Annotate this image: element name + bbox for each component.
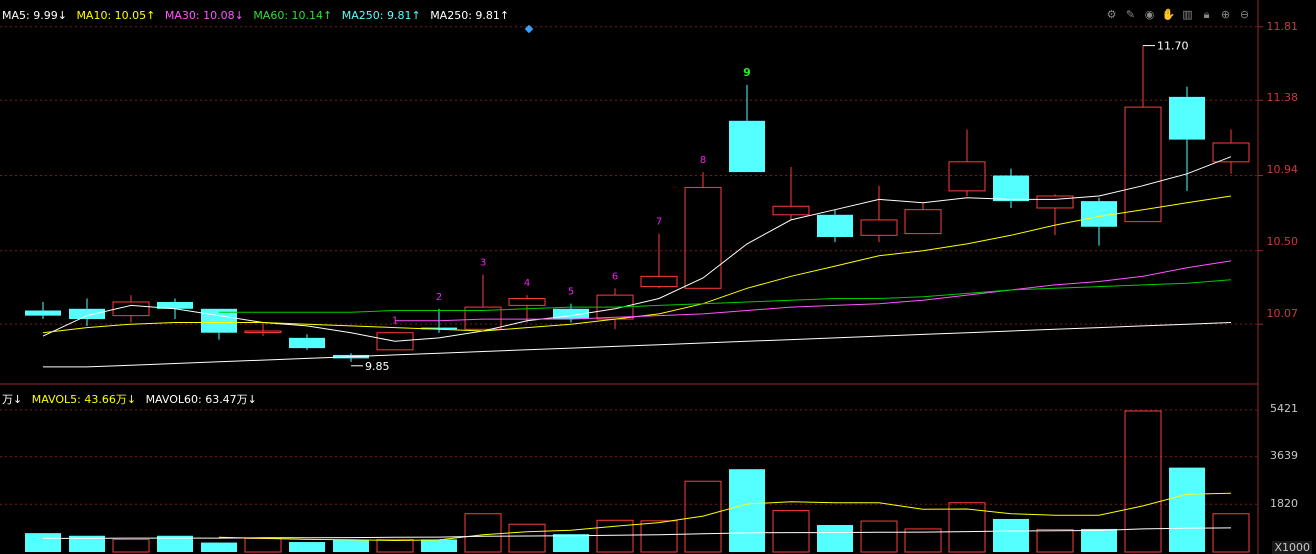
candle-body — [817, 214, 853, 238]
lock-icon[interactable]: 🔒︎ — [1199, 7, 1214, 22]
ma250-legend: MA250: 9.81↑ — [341, 9, 421, 22]
price-tick: 10.50 — [1266, 235, 1299, 248]
volume-bar — [684, 480, 722, 553]
candle-body — [25, 310, 61, 316]
zoom-out-icon[interactable]: ⊖ — [1237, 7, 1252, 22]
candle-body — [1036, 195, 1074, 209]
candle-body — [1212, 142, 1250, 163]
volume-bar — [421, 539, 457, 552]
ma30-legend: MA30: 10.08↓ — [164, 9, 244, 22]
high-price-label: 11.70 — [1157, 40, 1189, 53]
volume-bar — [464, 513, 502, 553]
sequence-label: 2 — [436, 292, 442, 303]
volume-bar — [333, 539, 369, 552]
candle-body — [904, 209, 942, 235]
volume-tick: 3639 — [1270, 449, 1298, 462]
ma5-legend: MA5: 9.99↓ — [2, 9, 67, 22]
volume-bar — [244, 537, 282, 553]
candle-body — [1124, 106, 1162, 223]
candle-body — [729, 120, 765, 173]
price-tick: 10.07 — [1266, 307, 1299, 320]
candle-body — [860, 219, 898, 236]
volume-bar — [1081, 528, 1117, 552]
sequence-label: 4 — [524, 278, 530, 289]
volume-tick: 1820 — [1270, 497, 1298, 510]
zoom-in-icon[interactable]: ⊕ — [1218, 7, 1233, 22]
sequence-label: 9 — [743, 66, 751, 79]
volume-bar — [508, 523, 546, 553]
candle-body — [1169, 96, 1205, 140]
volume-bar — [1036, 528, 1074, 553]
volume-bar — [289, 542, 325, 552]
volume-bar — [25, 533, 61, 552]
event-marker — [524, 24, 534, 34]
volume-bar — [993, 518, 1029, 552]
volume-bar — [1124, 410, 1162, 553]
mavol5-legend: MAVOL5: 43.66万↓ — [31, 393, 137, 406]
volume-legend: 万↓ MAVOL5: 43.66万↓ MAVOL60: 63.47万↓ — [2, 391, 263, 407]
vol-legend: 万↓ — [2, 393, 23, 406]
candle-body — [508, 298, 546, 306]
volume-bar — [1212, 513, 1250, 553]
volume-unit: X1000 — [1272, 541, 1312, 554]
candle-body — [640, 275, 678, 288]
pen-icon[interactable]: ✎ — [1123, 7, 1138, 22]
ma-line-ma30 — [395, 260, 1232, 322]
ma60-legend: MA60: 10.14↑ — [253, 9, 333, 22]
basket-icon[interactable]: ▥ — [1180, 7, 1195, 22]
chart-toolbar: ⚙ ✎ ◉ ✋ ▥ 🔒︎ ⊕ ⊖ — [1104, 7, 1252, 22]
mavol60-legend: MAVOL60: 63.47万↓ — [145, 393, 257, 406]
candle-body — [772, 205, 810, 216]
volume-bar — [772, 510, 810, 553]
eye-icon[interactable]: ◉ — [1142, 7, 1157, 22]
low-price-label: 9.85 — [365, 360, 390, 373]
sequence-label: 6 — [612, 271, 618, 282]
volume-bar — [729, 469, 765, 552]
candle-body — [1081, 201, 1117, 227]
sequence-label: 7 — [656, 217, 662, 228]
settings-icon[interactable]: ⚙ — [1104, 7, 1119, 22]
ma250b-legend: MA250: 9.81↑ — [430, 9, 510, 22]
ma10-legend: MA10: 10.05↑ — [76, 9, 156, 22]
volume-bar — [860, 520, 898, 553]
candle-body — [948, 161, 986, 192]
kline-chart[interactable]: 12345678911.709.85 — [0, 0, 1316, 554]
candle-body — [993, 175, 1029, 202]
sequence-label: 5 — [568, 287, 574, 298]
volume-bar — [201, 542, 237, 552]
volume-tick: 5421 — [1270, 402, 1298, 415]
hand-icon[interactable]: ✋ — [1161, 7, 1176, 22]
volume-bar — [553, 534, 589, 552]
volume-bar — [817, 525, 853, 552]
ma-legend: MA5: 9.99↓ MA10: 10.05↑ MA30: 10.08↓ MA6… — [2, 9, 515, 22]
volume-bar — [640, 520, 678, 553]
candle-body — [289, 337, 325, 349]
volume-bar — [112, 538, 150, 553]
volume-bar — [1169, 467, 1205, 552]
candle-body — [684, 186, 722, 289]
price-tick: 11.38 — [1266, 91, 1299, 104]
sequence-label: 3 — [480, 258, 486, 269]
price-tick: 11.81 — [1266, 20, 1299, 33]
price-tick: 10.94 — [1266, 163, 1299, 176]
candle-body — [69, 308, 105, 320]
sequence-label: 8 — [700, 155, 706, 166]
volume-bar — [376, 538, 414, 553]
